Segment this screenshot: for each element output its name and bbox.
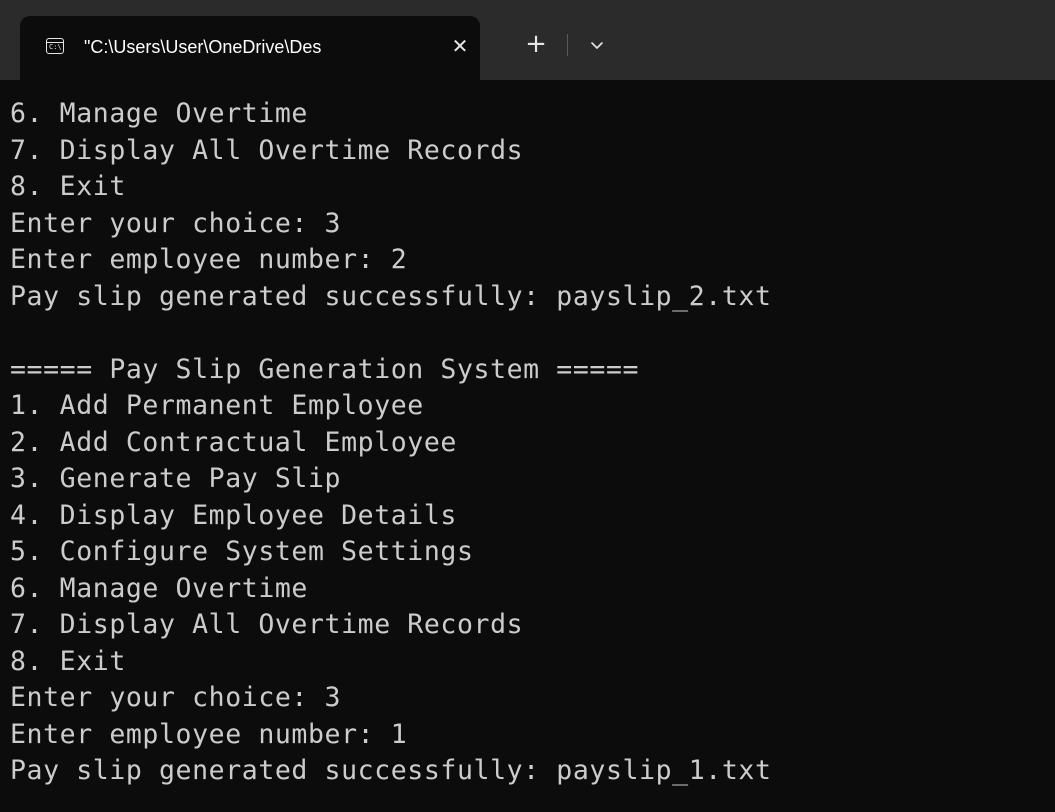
console-line: Pay slip generated successfully: payslip… <box>10 755 772 786</box>
chevron-down-icon[interactable] <box>586 34 608 56</box>
console-line: 8. Exit <box>10 171 126 202</box>
console-line: 8. Exit <box>10 645 126 677</box>
tab-divider <box>567 34 568 56</box>
close-icon[interactable]: ✕ <box>448 34 472 58</box>
terminal-icon: C:\ <box>46 38 64 54</box>
console-line: Enter employee number: 2 <box>10 244 408 275</box>
console-line: 3. Generate Pay Slip <box>10 463 342 494</box>
console-line: 4. Display Employee Details <box>10 499 457 531</box>
console-line: 1. Add Permanent Employee <box>10 390 424 421</box>
tab-title: "C:\Users\User\OneDrive\Des <box>84 37 322 57</box>
console-line: 6. Manage Overtime <box>10 98 308 129</box>
console-line: ===== Pay Slip Generation System ===== <box>10 353 640 385</box>
terminal-icon-label: C:\ <box>49 43 62 51</box>
console-line: Enter employee number: 1 <box>10 718 408 750</box>
tab-active[interactable]: C:\ "C:\Users\User\OneDrive\Des ✕ <box>20 16 480 80</box>
console-line: 7. Display All Overtime Records <box>10 134 524 166</box>
tab-bar: C:\ "C:\Users\User\OneDrive\Des ✕ + <box>0 0 1055 80</box>
console-line: Enter your choice: 3 <box>10 207 342 239</box>
console-line: 2. Add Contractual Employee <box>10 426 457 458</box>
console-line: 7. Display All Overtime Records <box>10 609 524 640</box>
console-line: 5. Configure System Settings <box>10 536 474 567</box>
plus-icon[interactable]: + <box>522 30 550 58</box>
console-output[interactable]: 6. Manage Overtime 7. Display All Overti… <box>10 96 1050 812</box>
terminal-window: C:\ "C:\Users\User\OneDrive\Des ✕ + 6. M… <box>0 0 1055 812</box>
console-line: Pay slip generated successfully: payslip… <box>10 280 772 312</box>
console-line: 6. Manage Overtime <box>10 572 308 604</box>
console-line: Enter your choice: 3 <box>10 682 342 713</box>
